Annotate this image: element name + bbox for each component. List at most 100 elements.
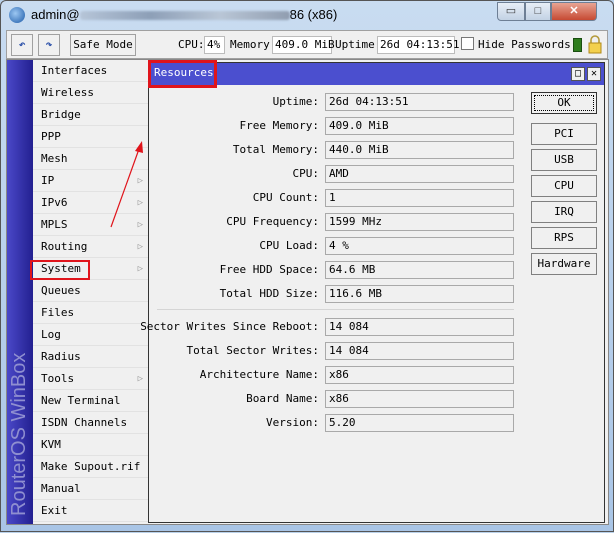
safe-mode-button[interactable]: Safe Mode: [70, 34, 136, 56]
field-value: 14 084: [325, 342, 514, 360]
menu-item-ipv6[interactable]: IPv6 ▷: [33, 192, 149, 214]
irq-button[interactable]: IRQ: [531, 201, 597, 223]
submenu-arrow-icon: ▷: [137, 198, 143, 208]
field-row: Total Memory: 440.0 MiB: [149, 141, 519, 159]
title-user: admin@: [31, 7, 80, 22]
submenu-arrow-icon: ▷: [137, 264, 143, 274]
menu-item-wireless[interactable]: Wireless: [33, 82, 149, 104]
field-row: CPU Count: 1: [149, 189, 519, 207]
menu-item-label: Exit: [41, 504, 68, 517]
menu-item-new-terminal[interactable]: New Terminal: [33, 390, 149, 412]
field-row: Board Name: x86: [149, 390, 519, 408]
field-row: Version: 5.20: [149, 414, 519, 432]
field-value: AMD: [325, 165, 514, 183]
submenu-arrow-icon: ▷: [137, 220, 143, 230]
menu-item-isdn-channels[interactable]: ISDN Channels: [33, 412, 149, 434]
rps-button[interactable]: RPS: [531, 227, 597, 249]
field-row: Total Sector Writes: 14 084: [149, 342, 519, 360]
menu-item-label: Log: [41, 328, 61, 341]
menu-item-kvm[interactable]: KVM: [33, 434, 149, 456]
menu-item-ppp[interactable]: PPP: [33, 126, 149, 148]
minimize-button[interactable]: ▭: [497, 2, 525, 21]
resources-header: Resources □ ✕: [148, 60, 604, 88]
field-label: Version:: [266, 416, 319, 429]
field-label: Sector Writes Since Reboot:: [140, 320, 319, 333]
menu-item-label: Radius: [41, 350, 81, 363]
resources-close-button[interactable]: ✕: [587, 67, 601, 81]
menu-item-label: Bridge: [41, 108, 81, 121]
field-label: CPU Load:: [259, 239, 319, 252]
pci-button[interactable]: PCI: [531, 123, 597, 145]
field-label: Total Sector Writes:: [186, 344, 319, 357]
redo-icon: ↷: [45, 38, 53, 51]
system-highlight-box: [30, 260, 90, 280]
menu-item-label: Interfaces: [41, 64, 108, 77]
hide-passwords-label[interactable]: Hide Passwords: [478, 36, 571, 54]
menu-item-label: Wireless: [41, 86, 94, 99]
hide-passwords-checkbox[interactable]: [461, 37, 474, 50]
menu-item-bridge[interactable]: Bridge: [33, 104, 149, 126]
field-label: CPU:: [292, 167, 320, 180]
field-row: Total HDD Size: 116.6 MB: [149, 285, 519, 303]
menu-item-files[interactable]: Files: [33, 302, 149, 324]
field-value: 116.6 MB: [325, 285, 514, 303]
field-label: Architecture Name:: [199, 368, 319, 381]
menu-item-routing[interactable]: Routing ▷: [33, 236, 149, 258]
undo-button[interactable]: ↶: [11, 34, 33, 56]
field-value: 26d 04:13:51: [325, 93, 514, 111]
redo-button[interactable]: ↷: [38, 34, 60, 56]
brand-label: RouterOS WinBox: [8, 352, 30, 516]
menu-item-tools[interactable]: Tools ▷: [33, 368, 149, 390]
memory-value: 409.0 MiB: [272, 36, 335, 54]
menu-item-label: Mesh: [41, 152, 68, 165]
minimize-icon: ▭: [505, 5, 517, 17]
menu-item-mpls[interactable]: MPLS ▷: [33, 214, 149, 236]
menu-item-label: New Terminal: [41, 394, 121, 407]
menu-item-label: KVM: [41, 438, 61, 451]
maximize-button[interactable]: □: [525, 2, 551, 21]
menu-item-label: Routing: [41, 240, 88, 253]
menu-item-exit[interactable]: Exit: [33, 500, 149, 522]
resources-maximize-button[interactable]: □: [571, 67, 585, 81]
menu-item-mesh[interactable]: Mesh: [33, 148, 149, 170]
menu-item-label: IPv6: [41, 196, 68, 209]
hardware-button[interactable]: Hardware: [531, 253, 597, 275]
menu-item-make-supout-rif[interactable]: Make Supout.rif: [33, 456, 149, 478]
field-row: Sector Writes Since Reboot: 14 084: [140, 318, 519, 336]
menu-item-label: Files: [41, 306, 75, 319]
menu-item-interfaces[interactable]: Interfaces: [33, 60, 149, 82]
menu-item-label: PPP: [41, 130, 61, 143]
menu-item-manual[interactable]: Manual: [33, 478, 149, 500]
menu-item-queues[interactable]: Queues: [33, 280, 149, 302]
menu-item-label: Manual: [41, 482, 81, 495]
menu-item-ip[interactable]: IP ▷: [33, 170, 149, 192]
menu-item-log[interactable]: Log: [33, 324, 149, 346]
submenu-arrow-icon: ▷: [137, 242, 143, 252]
cpu-button[interactable]: CPU: [531, 175, 597, 197]
ok-button[interactable]: OK: [531, 92, 597, 114]
menu-item-label: MPLS: [41, 218, 68, 231]
uptime-label: Uptime:: [335, 38, 382, 51]
field-value: 440.0 MiB: [325, 141, 514, 159]
maximize-icon: □: [574, 68, 582, 79]
field-value: 409.0 MiB: [325, 117, 514, 135]
close-icon: ✕: [569, 5, 579, 17]
usb-button[interactable]: USB: [531, 149, 597, 171]
maximize-icon: □: [534, 5, 542, 17]
redacted-host: [79, 11, 290, 21]
brand-strip: RouterOS WinBox: [7, 60, 33, 524]
field-label: Board Name:: [246, 392, 319, 405]
title-bar: admin@ 86 (x86) ▭ □ ✕: [1, 1, 613, 29]
field-value: 14 084: [325, 318, 514, 336]
field-value: 64.6 MB: [325, 261, 514, 279]
winbox-window: admin@ 86 (x86) ▭ □ ✕ ↶ ↷ Safe Mode CPU: …: [0, 0, 614, 532]
field-label: Free Memory:: [239, 119, 319, 132]
title-highlight-box: [148, 60, 217, 88]
field-value: 1: [325, 189, 514, 207]
field-label: CPU Count:: [252, 191, 319, 204]
close-button[interactable]: ✕: [551, 2, 597, 21]
field-row: Architecture Name: x86: [149, 366, 519, 384]
menu-item-label: IP: [41, 174, 55, 187]
field-row: Free Memory: 409.0 MiB: [149, 117, 519, 135]
menu-item-radius[interactable]: Radius: [33, 346, 149, 368]
